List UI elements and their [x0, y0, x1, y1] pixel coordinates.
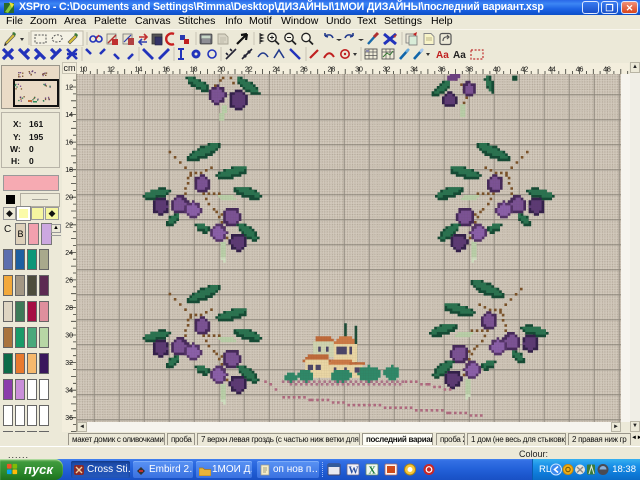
svg-text:34: 34: [410, 67, 418, 74]
svg-text:14: 14: [135, 67, 143, 74]
svg-text:Aa: Aa: [436, 50, 449, 61]
svg-text:46: 46: [576, 67, 584, 74]
svg-text:32: 32: [383, 67, 391, 74]
svg-text:28: 28: [328, 67, 336, 74]
svg-text:12: 12: [65, 85, 73, 92]
svg-text:22: 22: [245, 67, 253, 74]
svg-text:36: 36: [438, 67, 446, 74]
svg-text:42: 42: [521, 67, 529, 74]
svg-text:20: 20: [65, 195, 73, 202]
svg-text:34: 34: [65, 388, 73, 395]
svg-text:W: W: [349, 466, 359, 477]
svg-text:30: 30: [65, 333, 73, 340]
svg-text:20: 20: [217, 67, 225, 74]
svg-text:32: 32: [65, 360, 73, 367]
svg-text:16: 16: [65, 140, 73, 147]
svg-text:16: 16: [162, 67, 170, 74]
svg-text:28: 28: [65, 305, 73, 312]
svg-text:30: 30: [355, 67, 363, 74]
svg-text:X: X: [369, 466, 377, 477]
svg-text:36: 36: [65, 415, 73, 422]
svg-text:24: 24: [272, 67, 280, 74]
svg-text:18: 18: [190, 67, 198, 74]
svg-text:22: 22: [65, 222, 73, 229]
svg-text:Aa: Aa: [453, 50, 466, 61]
svg-text:44: 44: [548, 67, 556, 74]
svg-text:10: 10: [80, 67, 88, 74]
svg-text:14: 14: [65, 112, 73, 119]
svg-text:18: 18: [65, 167, 73, 174]
svg-text:40: 40: [493, 67, 501, 74]
svg-text:24: 24: [65, 250, 73, 257]
svg-text:38: 38: [465, 67, 473, 74]
svg-text:48: 48: [603, 67, 611, 74]
svg-text:26: 26: [300, 67, 308, 74]
svg-text:12: 12: [107, 67, 115, 74]
svg-text:26: 26: [65, 277, 73, 284]
